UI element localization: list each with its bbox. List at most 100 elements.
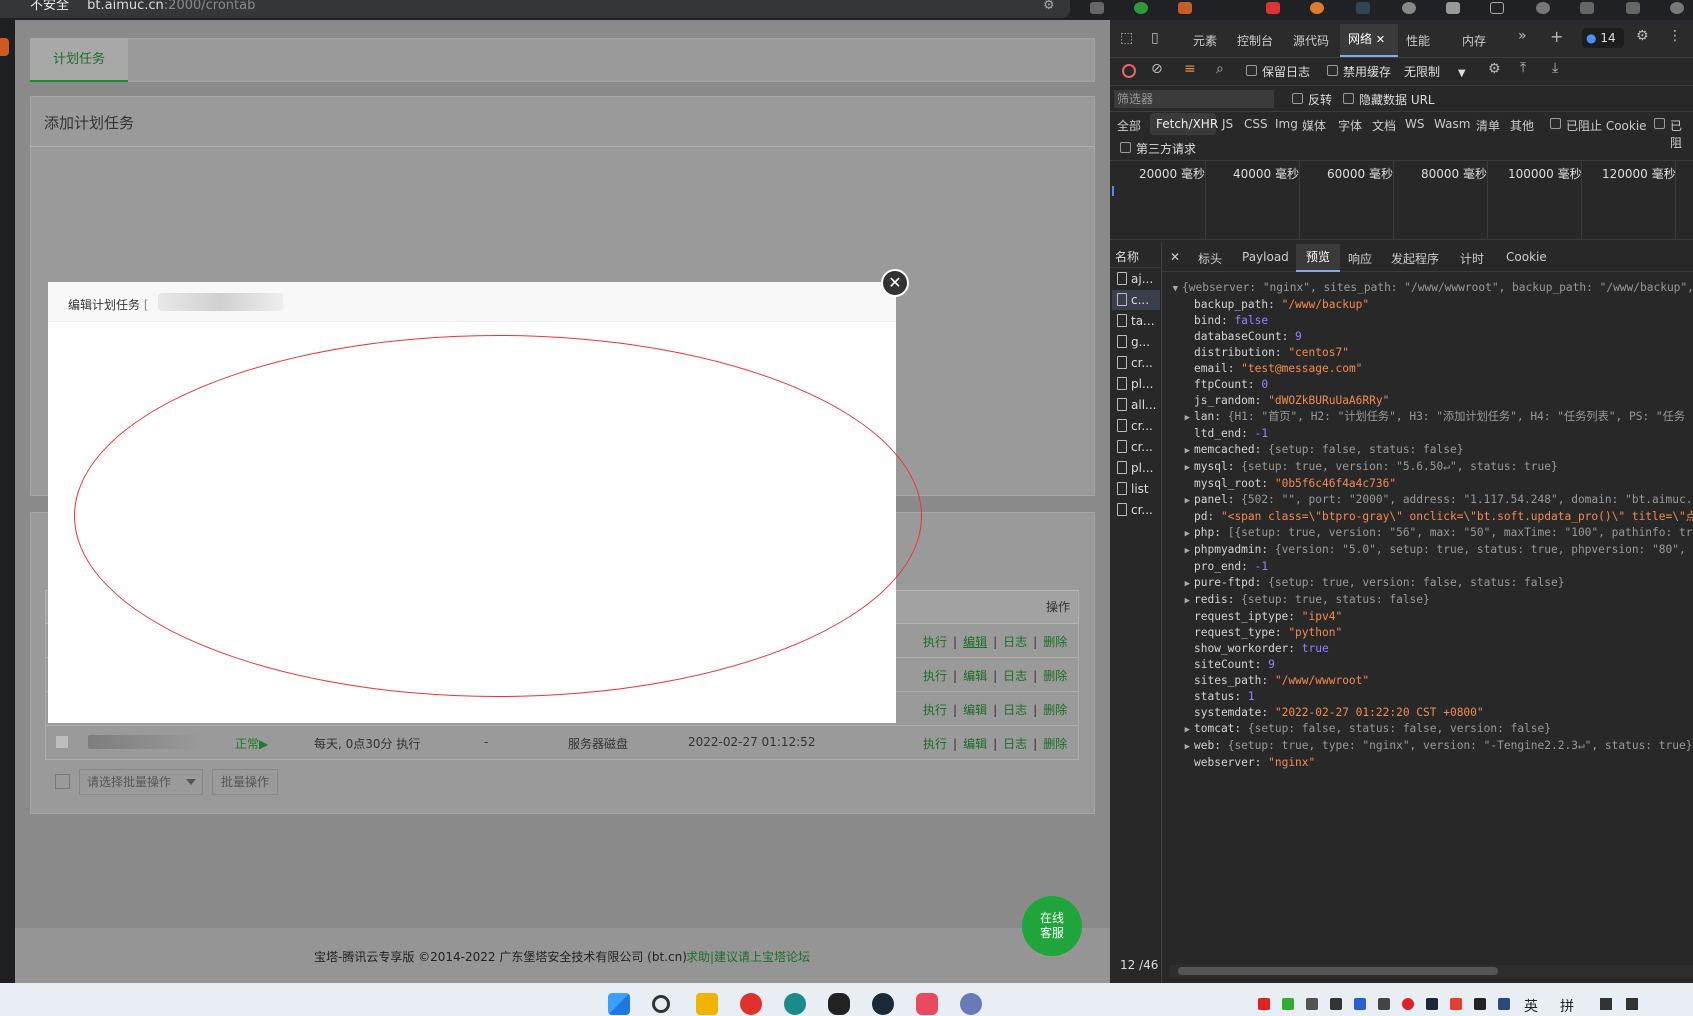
- expand-arrow-icon[interactable]: ▶: [1170, 576, 1194, 592]
- devtools-tab-performance[interactable]: 性能: [1406, 32, 1430, 49]
- disable-cache-checkbox[interactable]: [1327, 65, 1338, 76]
- record-stop-icon[interactable]: [1122, 64, 1136, 78]
- type-ws[interactable]: WS: [1405, 117, 1424, 131]
- expand-arrow-icon[interactable]: ▶: [1170, 722, 1194, 738]
- app-icon[interactable]: [960, 993, 982, 1015]
- extension-icon[interactable]: [1446, 2, 1460, 14]
- tray-icon[interactable]: [1330, 998, 1342, 1010]
- tray-icon[interactable]: [1258, 998, 1270, 1010]
- tray-icon[interactable]: [1402, 998, 1414, 1010]
- edit-link[interactable]: 编辑: [963, 703, 987, 717]
- blocked-requests-checkbox[interactable]: [1654, 118, 1665, 129]
- exec-link[interactable]: 执行: [923, 635, 947, 649]
- delete-link[interactable]: 删除: [1043, 737, 1067, 751]
- preserve-log-checkbox[interactable]: [1246, 65, 1257, 76]
- type-manifest[interactable]: 清单: [1476, 117, 1500, 134]
- throttle-select[interactable]: 无限制 ▼: [1404, 63, 1466, 80]
- add-tab-icon[interactable]: +: [1550, 27, 1563, 46]
- log-link[interactable]: 日志: [1003, 737, 1027, 751]
- security-warning[interactable]: 不安全: [30, 0, 69, 13]
- online-service-button[interactable]: 在线 客服: [1022, 896, 1082, 956]
- search-icon[interactable]: ⌕: [1216, 61, 1224, 77]
- detail-tab-timing[interactable]: 计时: [1460, 250, 1484, 267]
- ime-language[interactable]: 英: [1524, 996, 1538, 1016]
- edge-browser-icon[interactable]: [784, 993, 806, 1015]
- footer-forum-link[interactable]: 求助|建议请上宝塔论坛: [686, 948, 810, 965]
- edit-link[interactable]: 编辑: [963, 635, 987, 649]
- detail-tab-initiator[interactable]: 发起程序: [1391, 250, 1439, 267]
- detail-tab-preview[interactable]: 预览: [1296, 244, 1340, 272]
- more-tabs-icon[interactable]: »: [1518, 28, 1527, 44]
- type-fetch-xhr[interactable]: Fetch/XHR: [1150, 113, 1218, 135]
- exec-link[interactable]: 执行: [923, 703, 947, 717]
- extension-icon[interactable]: [1310, 2, 1324, 14]
- app-icon[interactable]: [916, 993, 938, 1015]
- detail-tab-cookie[interactable]: Cookie: [1506, 250, 1547, 264]
- filter-input[interactable]: 筛选器: [1114, 90, 1274, 108]
- json-line[interactable]: ▶ pure-ftpd: {setup: true, version: false…: [1170, 575, 1693, 592]
- batch-action-select[interactable]: 请选择批量操作: [79, 769, 203, 795]
- json-line[interactable]: ▶ tomcat: {setup: false, status: false, v…: [1170, 721, 1693, 738]
- scrollbar-thumb[interactable]: [1178, 967, 1498, 975]
- tray-icon[interactable]: [1498, 998, 1510, 1010]
- type-wasm[interactable]: Wasm: [1434, 117, 1470, 131]
- type-other[interactable]: 其他: [1510, 117, 1534, 134]
- network-icon[interactable]: [1600, 998, 1612, 1010]
- log-link[interactable]: 日志: [1003, 635, 1027, 649]
- gear-icon[interactable]: ⚙: [1636, 28, 1649, 44]
- batch-action-button[interactable]: 批量操作: [212, 769, 278, 795]
- issues-badge[interactable]: ● 14: [1582, 28, 1624, 48]
- request-item[interactable]: cr...: [1117, 356, 1153, 370]
- json-line[interactable]: ▶ mysql: {setup: true, version: "5.6.50↵"…: [1170, 459, 1693, 476]
- close-icon[interactable]: ✕: [1376, 33, 1385, 46]
- address-bar[interactable]: 不安全 bt.aimuc.cn:2000/crontab: [0, 0, 1070, 18]
- netease-music-icon[interactable]: [740, 993, 762, 1015]
- ime-mode[interactable]: 拼: [1560, 996, 1574, 1016]
- request-item[interactable]: c...: [1117, 293, 1149, 307]
- blocked-cookies-checkbox[interactable]: [1550, 118, 1561, 129]
- hide-data-urls-checkbox[interactable]: [1343, 93, 1354, 104]
- qq-icon[interactable]: [828, 993, 850, 1015]
- exec-link[interactable]: 执行: [923, 737, 947, 751]
- clear-icon[interactable]: ⊘: [1151, 61, 1163, 77]
- devtools-tab-network[interactable]: 网络 ✕: [1340, 24, 1398, 57]
- close-icon[interactable]: ✕: [1170, 250, 1180, 264]
- extension-icon[interactable]: [1090, 2, 1104, 14]
- request-item[interactable]: pl...: [1117, 377, 1153, 391]
- inspect-element-icon[interactable]: ⬚: [1120, 30, 1133, 46]
- log-link[interactable]: 日志: [1003, 703, 1027, 717]
- json-line[interactable]: ▶ php: [{setup: true, version: "56", max:…: [1170, 525, 1693, 542]
- devtools-tab-console[interactable]: 控制台: [1237, 32, 1273, 49]
- invert-checkbox[interactable]: [1292, 93, 1303, 104]
- third-party-checkbox[interactable]: [1120, 142, 1131, 153]
- devtools-tab-elements[interactable]: 元素: [1193, 32, 1217, 49]
- extension-icon[interactable]: [1536, 2, 1550, 14]
- delete-link[interactable]: 删除: [1043, 635, 1067, 649]
- exec-link[interactable]: 执行: [923, 669, 947, 683]
- expand-arrow-icon[interactable]: ▶: [1170, 526, 1194, 542]
- dock-options-icon[interactable]: ⋮: [1668, 28, 1682, 44]
- file-explorer-icon[interactable]: [696, 993, 718, 1015]
- detail-tab-payload[interactable]: Payload: [1242, 250, 1289, 264]
- request-item[interactable]: all...: [1117, 398, 1156, 412]
- request-item[interactable]: cr...: [1117, 503, 1153, 517]
- type-css[interactable]: CSS: [1244, 117, 1268, 131]
- json-line[interactable]: ▼ {webserver: "nginx", sites_path: "/www/…: [1170, 280, 1693, 297]
- puzzle-icon[interactable]: [1580, 2, 1594, 14]
- tray-icon[interactable]: [1450, 998, 1462, 1010]
- close-icon[interactable]: ✕: [881, 269, 909, 297]
- extension-icon[interactable]: [1134, 2, 1148, 14]
- devtools-tab-memory[interactable]: 内存: [1462, 32, 1486, 49]
- expand-arrow-icon[interactable]: ▼: [1170, 281, 1182, 297]
- json-line[interactable]: ▶ web: {setup: true, type: "nginx", versi…: [1170, 738, 1693, 755]
- delete-link[interactable]: 删除: [1043, 703, 1067, 717]
- devtools-tab-sources[interactable]: 源代码: [1293, 32, 1329, 49]
- type-img[interactable]: Img: [1275, 117, 1298, 131]
- export-har-icon[interactable]: ⤓: [1552, 60, 1558, 76]
- request-item[interactable]: g...: [1117, 335, 1150, 349]
- json-line[interactable]: ▶ redis: {setup: true, status: false}: [1170, 592, 1693, 609]
- type-doc[interactable]: 文档: [1372, 117, 1396, 134]
- log-link[interactable]: 日志: [1003, 669, 1027, 683]
- request-item[interactable]: aj...: [1117, 272, 1153, 286]
- tab-crontab[interactable]: 计划任务: [30, 38, 128, 82]
